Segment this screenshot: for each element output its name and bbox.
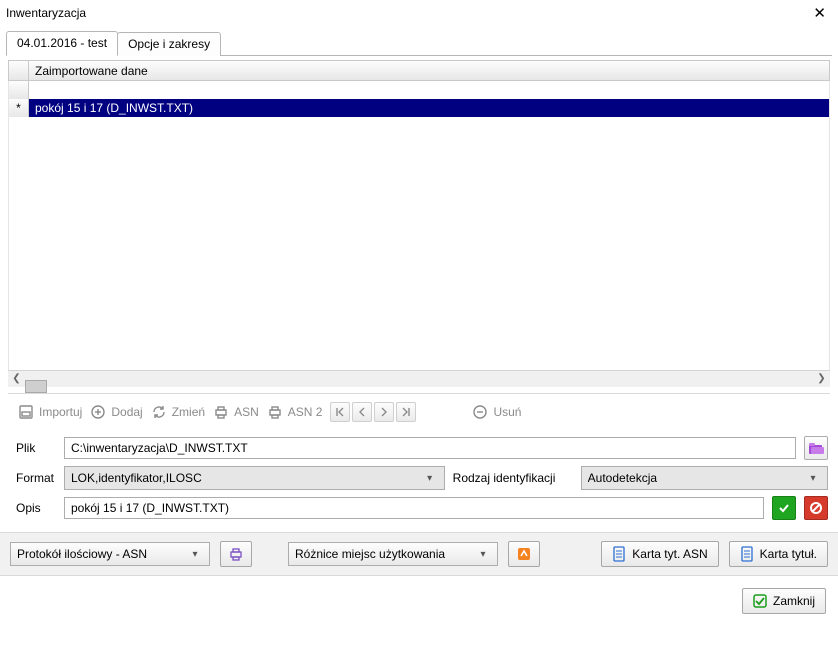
rodzaj-combo[interactable]: Autodetekcja ▾	[581, 466, 828, 490]
title-bar: Inwentaryzacja ✕	[0, 0, 838, 28]
chevron-left-icon	[357, 407, 367, 417]
nav-last-button[interactable]	[396, 402, 416, 422]
tab-strip: 04.01.2016 - test Opcje i zakresy	[0, 28, 838, 55]
asn2-button[interactable]: ASN 2	[267, 404, 323, 420]
import-label: Importuj	[39, 405, 82, 419]
table-row[interactable]	[9, 81, 829, 99]
label-rodzaj: Rodzaj identyfikacji	[453, 471, 573, 485]
document-icon	[612, 546, 626, 562]
printer-icon	[228, 546, 244, 562]
delete-button[interactable]: Usuń	[472, 404, 521, 420]
format-combo[interactable]: LOK,identyfikator,ILOSC ▾	[64, 466, 445, 490]
label-plik: Plik	[16, 441, 56, 455]
grid: Zaimportowane dane * pokój 15 i 17 (D_IN…	[8, 60, 830, 387]
karta-asn-label: Karta tyt. ASN	[632, 547, 707, 561]
folder-open-icon	[808, 441, 824, 455]
chevron-down-icon: ▾	[422, 473, 438, 484]
diff-action-button[interactable]	[508, 541, 540, 567]
import-button[interactable]: Importuj	[18, 404, 82, 420]
chevron-down-icon: ▾	[475, 549, 491, 560]
minus-circle-icon	[472, 404, 488, 420]
chevron-first-icon	[335, 407, 345, 417]
scroll-left-icon[interactable]: ❮	[8, 371, 25, 388]
chevron-right-icon	[379, 407, 389, 417]
separator	[8, 393, 830, 394]
rodzaj-value: Autodetekcja	[588, 471, 805, 485]
scroll-right-icon[interactable]: ❯	[813, 371, 830, 388]
check-icon	[777, 501, 791, 515]
row-marker-header	[9, 61, 29, 80]
diff-value: Różnice miejsc użytkowania	[295, 547, 475, 561]
close-label: Zamknij	[773, 594, 815, 608]
nav-group	[330, 402, 416, 422]
add-button[interactable]: Dodaj	[90, 404, 142, 420]
printer-icon	[213, 404, 229, 420]
chevron-last-icon	[401, 407, 411, 417]
tab-label: 04.01.2016 - test	[17, 36, 107, 50]
nav-next-button[interactable]	[374, 402, 394, 422]
tab-options-ranges[interactable]: Opcje i zakresy	[117, 32, 221, 56]
delete-label: Usuń	[493, 405, 521, 419]
label-opis: Opis	[16, 501, 56, 515]
document-icon	[740, 546, 754, 562]
check-square-icon	[753, 594, 767, 608]
asn-label: ASN	[234, 405, 259, 419]
plus-circle-icon	[90, 404, 106, 420]
compare-icon	[516, 546, 532, 562]
change-label: Zmień	[172, 405, 205, 419]
nav-first-button[interactable]	[330, 402, 350, 422]
add-label: Dodaj	[111, 405, 142, 419]
tab-date-test[interactable]: 04.01.2016 - test	[6, 31, 118, 56]
close-button[interactable]: Zamknij	[742, 588, 826, 614]
label-format: Format	[16, 471, 56, 485]
close-icon[interactable]: ✕	[809, 4, 830, 22]
karta-asn-button[interactable]: Karta tyt. ASN	[601, 541, 718, 567]
refresh-icon	[151, 404, 167, 420]
asn-button[interactable]: ASN	[213, 404, 259, 420]
row-format: Format LOK,identyfikator,ILOSC ▾ Rodzaj …	[16, 466, 828, 490]
row-marker: *	[9, 99, 29, 117]
scroll-thumb[interactable]	[25, 380, 47, 393]
chevron-down-icon: ▾	[187, 549, 203, 560]
grid-body[interactable]: * pokój 15 i 17 (D_INWST.TXT)	[8, 81, 830, 370]
grid-header[interactable]: Zaimportowane dane	[8, 60, 830, 81]
table-row[interactable]: * pokój 15 i 17 (D_INWST.TXT)	[9, 99, 829, 117]
form-area: Plik Format LOK,identyfikator,ILOSC ▾ Ro…	[0, 428, 838, 532]
tab-label: Opcje i zakresy	[128, 37, 210, 51]
import-icon	[18, 404, 34, 420]
chevron-down-icon: ▾	[805, 473, 821, 484]
row-cell: pokój 15 i 17 (D_INWST.TXT)	[29, 99, 829, 117]
diff-combo[interactable]: Różnice miejsc użytkowania ▾	[288, 542, 498, 566]
protocol-combo[interactable]: Protokół ilościowy - ASN ▾	[10, 542, 210, 566]
asn2-label: ASN 2	[288, 405, 323, 419]
row-opis: Opis	[16, 496, 828, 520]
nav-prev-button[interactable]	[352, 402, 372, 422]
footer: Zamknij	[0, 576, 838, 645]
karta-tytul-button[interactable]: Karta tytuł.	[729, 541, 828, 567]
cancel-button[interactable]	[804, 496, 828, 520]
toolbar: Importuj Dodaj Zmień ASN ASN 2 Usuń	[0, 398, 838, 428]
horizontal-scrollbar[interactable]: ❮ ❯	[8, 370, 830, 387]
confirm-button[interactable]	[772, 496, 796, 520]
bottom-strip: Protokół ilościowy - ASN ▾ Różnice miejs…	[0, 532, 838, 576]
change-button[interactable]: Zmień	[151, 404, 205, 420]
window-title: Inwentaryzacja	[6, 6, 809, 20]
format-value: LOK,identyfikator,ILOSC	[71, 471, 422, 485]
browse-file-button[interactable]	[804, 436, 828, 460]
description-input[interactable]	[64, 497, 764, 519]
file-path-input[interactable]	[64, 437, 796, 459]
stop-icon	[809, 501, 823, 515]
print-protocol-button[interactable]	[220, 541, 252, 567]
protocol-value: Protokół ilościowy - ASN	[17, 547, 187, 561]
column-header-imported[interactable]: Zaimportowane dane	[29, 61, 829, 80]
row-marker	[9, 81, 29, 99]
printer-icon	[267, 404, 283, 420]
row-plik: Plik	[16, 436, 828, 460]
row-cell	[29, 81, 829, 99]
karta-tytul-label: Karta tytuł.	[760, 547, 817, 561]
